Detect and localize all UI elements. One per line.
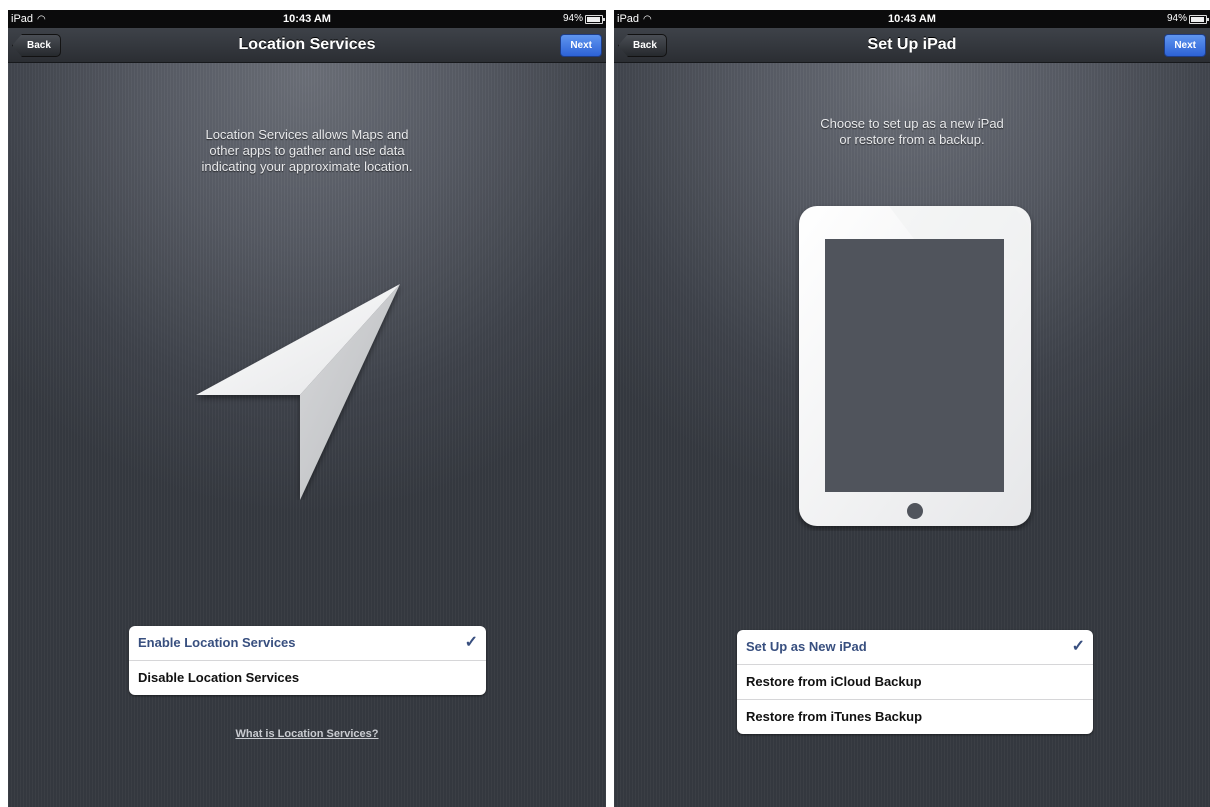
option-label: Restore from iCloud Backup (746, 674, 922, 689)
status-bar: iPad ◠ 10:43 AM 94% (8, 10, 606, 28)
status-time: 10:43 AM (283, 13, 331, 25)
location-options: Enable Location Services ✓ Disable Locat… (129, 626, 486, 695)
intro-text: Location Services allows Maps and other … (201, 127, 413, 174)
status-time: 10:43 AM (888, 13, 936, 25)
battery-icon (585, 14, 605, 24)
checkmark-icon: ✓ (1071, 638, 1085, 655)
set-up-as-new-ipad-option[interactable]: Set Up as New iPad ✓ (737, 630, 1093, 665)
disable-location-services-option[interactable]: Disable Location Services (129, 661, 486, 695)
set-up-ipad-screen: iPad ◠ 10:43 AM 94% Back Set Up iPad Next… (614, 10, 1210, 807)
what-is-location-services-link[interactable]: What is Location Services? (8, 728, 606, 740)
battery-percent: 94% (1166, 13, 1187, 24)
option-label: Set Up as New iPad (746, 639, 867, 654)
checkmark-icon: ✓ (464, 634, 478, 651)
enable-location-services-option[interactable]: Enable Location Services ✓ (129, 626, 486, 661)
location-services-screen: iPad ◠ 10:43 AM 94% Back Location Service… (8, 10, 606, 807)
status-bar: iPad ◠ 10:43 AM 94% (614, 10, 1210, 28)
navigation-bar: Back Location Services Next (8, 28, 606, 63)
battery-icon (1189, 14, 1209, 24)
intro-text: Choose to set up as a new iPad or restor… (820, 116, 1004, 147)
ipad-icon (799, 206, 1031, 526)
setup-options: Set Up as New iPad ✓ Restore from iCloud… (737, 630, 1093, 734)
location-arrow-icon (196, 284, 400, 500)
option-label: Restore from iTunes Backup (746, 709, 923, 724)
page-title: Set Up iPad (867, 36, 957, 53)
page-title: Location Services (238, 36, 376, 53)
next-button[interactable]: Next (1164, 34, 1206, 57)
option-label: Disable Location Services (138, 670, 300, 685)
next-button[interactable]: Next (560, 34, 602, 57)
option-label: Enable Location Services (138, 635, 296, 650)
restore-from-itunes-backup-option[interactable]: Restore from iTunes Backup (737, 700, 1093, 734)
battery-percent: 94% (562, 13, 583, 24)
restore-from-icloud-backup-option[interactable]: Restore from iCloud Backup (737, 665, 1093, 700)
navigation-bar: Back Set Up iPad Next (614, 28, 1210, 63)
